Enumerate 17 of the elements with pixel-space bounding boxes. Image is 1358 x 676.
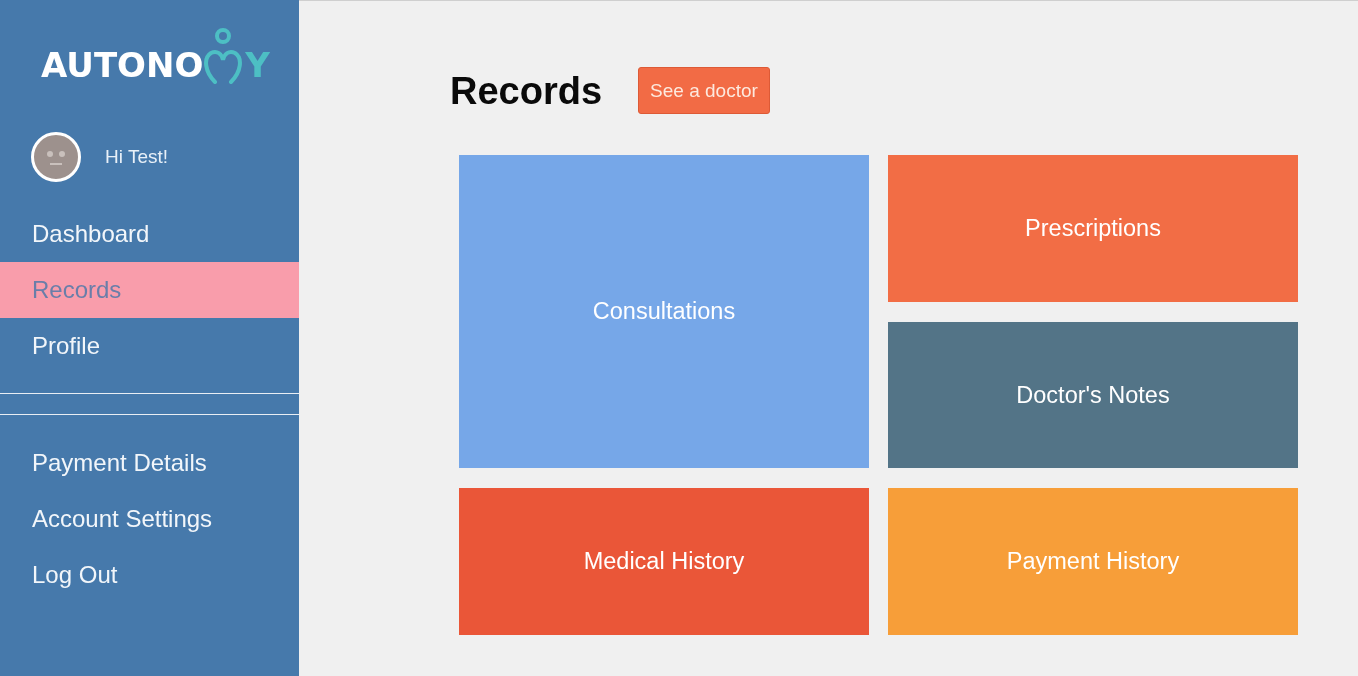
nav-link[interactable]: Account Settings [0, 491, 299, 547]
nav-link[interactable]: Dashboard [0, 206, 299, 262]
person-heart-logo-icon [203, 27, 244, 84]
user-greeting: Hi Test! [105, 146, 168, 168]
nav-link[interactable]: Payment Details [0, 435, 299, 491]
record-tile[interactable]: Medical History [459, 488, 869, 635]
record-tile[interactable]: Prescriptions [888, 155, 1298, 302]
record-tile[interactable]: Payment History [888, 488, 1298, 635]
avatar-icon [31, 132, 81, 182]
record-tile[interactable]: Doctor's Notes [888, 322, 1298, 468]
nav-link[interactable]: Profile [0, 318, 299, 374]
logo-wordmark: AUTONO [41, 48, 204, 84]
logo-wordmark: Y [245, 48, 270, 84]
record-tile[interactable]: Consultations [459, 155, 869, 468]
page-title: Records [450, 71, 603, 110]
nav-link[interactable]: Log Out [0, 547, 299, 603]
see-doctor-button[interactable]: See a doctor [638, 67, 770, 114]
